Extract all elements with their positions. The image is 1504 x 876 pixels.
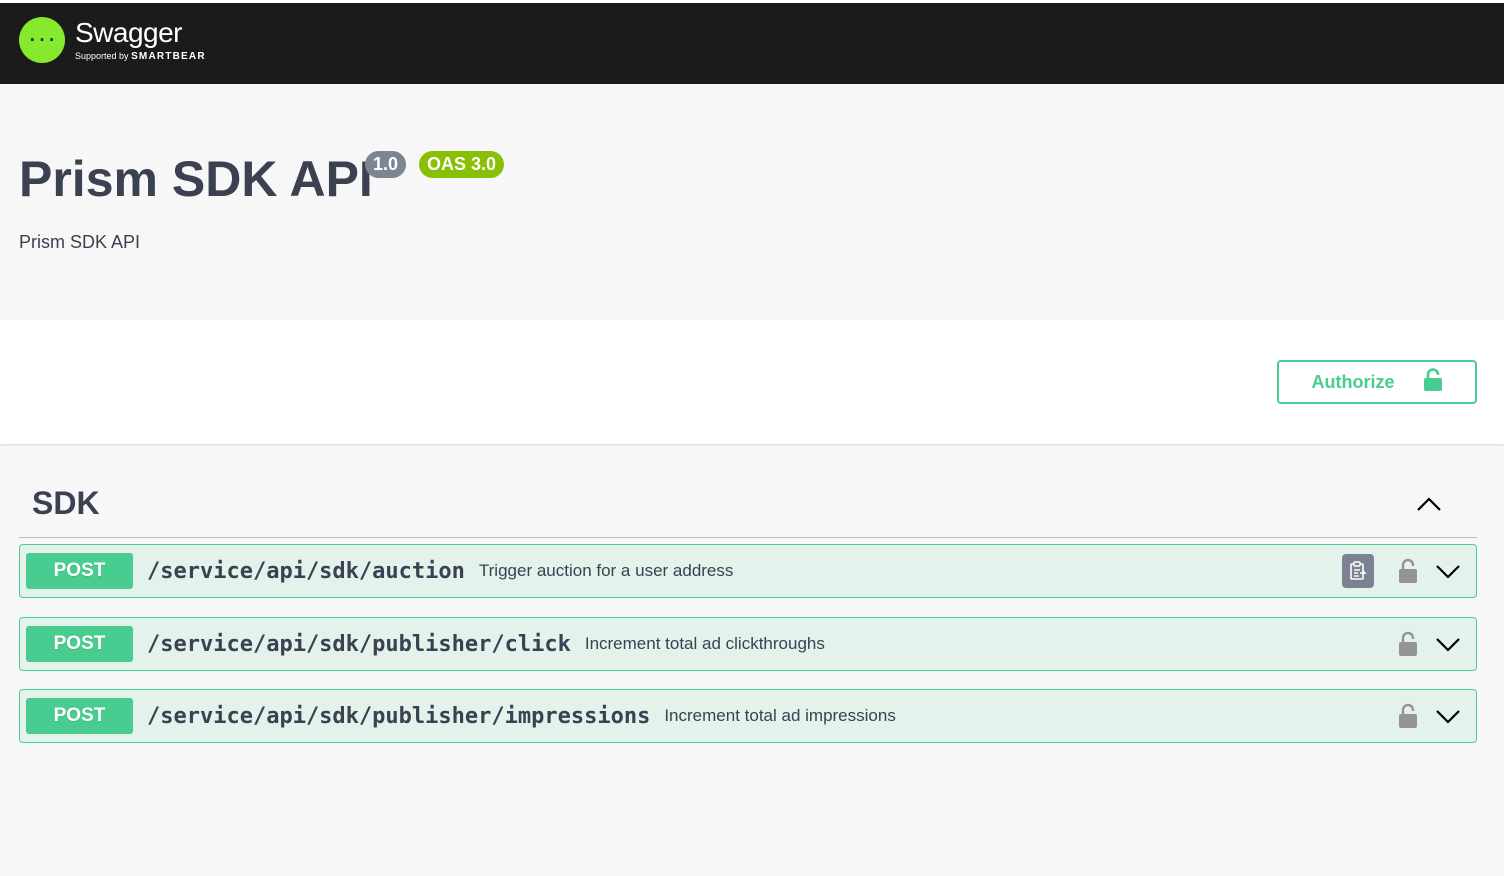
operation-controls — [1342, 553, 1462, 589]
chevron-down-icon[interactable] — [1434, 704, 1462, 728]
version-badge: 1.0 — [365, 151, 407, 178]
logo-sub-brand: SMARTBEAR — [131, 50, 206, 62]
scheme-container: Authorize — [0, 320, 1504, 444]
operation-controls — [1398, 626, 1462, 662]
logo-subtitle: Supported by SMARTBEAR — [75, 50, 206, 63]
method-badge: POST — [26, 626, 133, 662]
unlocked-lock-icon — [1423, 367, 1443, 397]
chevron-up-icon[interactable] — [1415, 492, 1443, 516]
swagger-logo-icon: {···} — [19, 17, 65, 63]
logo-name: Swagger — [75, 16, 183, 48]
operation-path: /service/api/sdk/auction — [147, 558, 465, 584]
tag-header[interactable]: SDK — [19, 470, 1477, 538]
operation-summary: Trigger auction for a user address — [478, 561, 734, 580]
info-section: Prism SDK API 1.0 OAS 3.0 Prism SDK API — [0, 84, 1504, 320]
operation-path: /service/api/sdk/publisher/impressions — [147, 703, 651, 729]
unlocked-lock-icon[interactable] — [1398, 631, 1418, 657]
page-title: Prism SDK API — [19, 151, 373, 207]
chevron-down-icon[interactable] — [1434, 559, 1462, 583]
logo-sub-prefix: Supported by — [75, 50, 129, 61]
method-badge: POST — [26, 698, 133, 734]
method-badge: POST — [26, 553, 133, 589]
authorize-label: Authorize — [1311, 371, 1395, 392]
topbar: {···} Swagger Supported by SMARTBEAR — [0, 0, 1504, 84]
oas-badge: OAS 3.0 — [419, 151, 505, 178]
tag-section-sdk: SDK POST /service/api/sdk/auction Trigge… — [19, 470, 1477, 743]
operation-post-auction[interactable]: POST /service/api/sdk/auction Trigger au… — [19, 544, 1477, 598]
api-description: Prism SDK API — [19, 232, 141, 252]
unlocked-lock-icon[interactable] — [1398, 558, 1418, 584]
unlocked-lock-icon[interactable] — [1398, 703, 1418, 729]
svg-text:{···}: {···} — [27, 30, 57, 49]
operation-path: /service/api/sdk/publisher/click — [147, 631, 571, 657]
operation-controls — [1398, 698, 1462, 734]
operation-post-publisher-impressions[interactable]: POST /service/api/sdk/publisher/impressi… — [19, 689, 1477, 743]
operation-post-publisher-click[interactable]: POST /service/api/sdk/publisher/click In… — [19, 617, 1477, 671]
tag-title: SDK — [32, 485, 100, 521]
swagger-logo-link[interactable]: {···} Swagger Supported by SMARTBEAR — [19, 17, 206, 63]
copy-to-clipboard-icon[interactable] — [1342, 554, 1374, 588]
logo-text: Swagger Supported by SMARTBEAR — [75, 16, 206, 63]
operation-summary: Increment total ad impressions — [664, 706, 896, 725]
authorize-button[interactable]: Authorize — [1277, 360, 1477, 404]
chevron-down-icon[interactable] — [1434, 632, 1462, 656]
operation-summary: Increment total ad clickthroughs — [584, 634, 825, 653]
